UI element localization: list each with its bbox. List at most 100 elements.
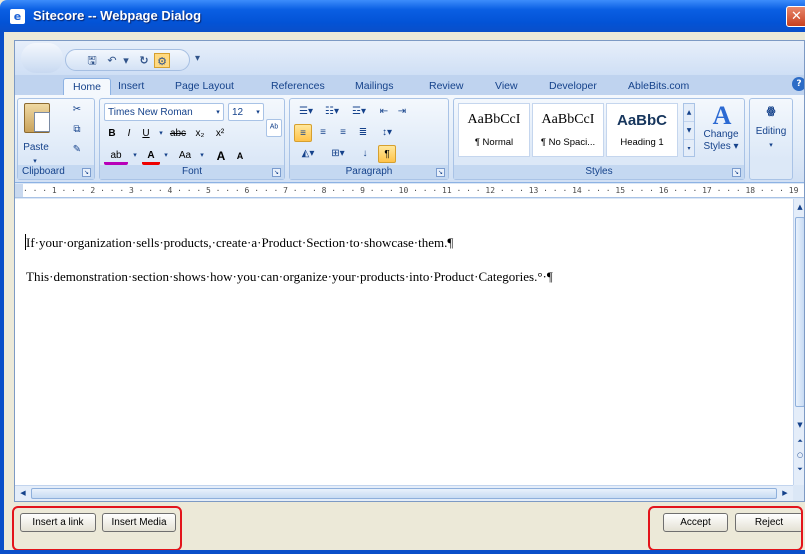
annotation-box-left	[12, 506, 182, 551]
styles-more-icon[interactable]: ▾	[684, 140, 694, 158]
font-color-icon[interactable]: A	[142, 147, 160, 165]
tab-ablebits[interactable]: AbleBits.com	[628, 78, 689, 95]
change-styles-label-1[interactable]: Change	[698, 129, 744, 141]
document-paragraph[interactable]: If·your·organization·sells·products,·cre…	[26, 235, 453, 251]
horizontal-scroll-thumb[interactable]	[31, 488, 777, 499]
cut-icon[interactable]: ✂	[68, 101, 86, 119]
scroll-up-icon[interactable]: ▲	[794, 201, 804, 213]
qat-dropdown-icon[interactable]: ▾	[195, 53, 200, 64]
vertical-scroll-thumb[interactable]	[795, 217, 804, 407]
paste-icon[interactable]	[24, 103, 50, 133]
styles-gallery-scroll[interactable]: ▲ ▼ ▾	[683, 103, 695, 157]
scroll-down-icon[interactable]: ▼	[794, 419, 804, 431]
style-normal-name: ¶ Normal	[474, 137, 514, 148]
grow-font-button[interactable]: A	[212, 147, 230, 165]
binoculars-icon[interactable]: ꙮ	[754, 103, 788, 121]
tab-review[interactable]: Review	[429, 78, 463, 95]
bullets-icon[interactable]: ☰▾	[294, 103, 318, 121]
styles-scroll-up-icon[interactable]: ▲	[684, 104, 694, 122]
qat-button-group: 🖫 ↶ ▾ ↻ ⚙	[65, 49, 190, 71]
borders-icon[interactable]: ⊞▾	[324, 145, 352, 163]
clear-formatting-icon[interactable]: ᴬᵇ	[266, 119, 282, 137]
text-highlight-icon[interactable]: ab	[104, 147, 128, 165]
font-family-select[interactable]: Times New Roman	[104, 103, 224, 121]
document-paragraph[interactable]: This·demonstration·section·shows·how·you…	[26, 269, 553, 285]
horizontal-ruler[interactable]: · · · 1 · · · 2 · · · 3 · · · 4 · · · 5 …	[15, 184, 805, 198]
font-color-dropdown-icon[interactable]: ▾	[161, 147, 171, 165]
previous-page-icon[interactable]: ⏶	[794, 435, 804, 447]
help-icon[interactable]: ?	[792, 77, 804, 91]
italic-button[interactable]: I	[121, 125, 137, 143]
ruler-ticks: · · · 1 · · · 2 · · · 3 · · · 4 · · · 5 …	[23, 186, 805, 195]
tab-view[interactable]: View	[495, 78, 518, 95]
style-no-spacing[interactable]: AaBbCcI ¶ No Spaci...	[532, 103, 604, 157]
copy-icon[interactable]: ⧉	[68, 121, 86, 139]
document-body[interactable]: If·your·organization·sells·products,·cre…	[15, 199, 793, 485]
window-frame-left	[0, 32, 4, 554]
tab-developer[interactable]: Developer	[549, 78, 597, 95]
save-icon[interactable]: 🖫	[84, 53, 100, 68]
highlight-dropdown-icon[interactable]: ▾	[130, 147, 140, 165]
customize-icon[interactable]: ⚙	[154, 53, 170, 68]
undo-dropdown-icon[interactable]: ▾	[118, 53, 134, 68]
font-family-dropdown-icon[interactable]: ▾	[212, 104, 224, 122]
word-editor: 🖫 ↶ ▾ ↻ ⚙ ▾ Home Insert Page Layout Refe…	[14, 40, 805, 502]
office-button[interactable]	[21, 43, 63, 73]
font-launcher-icon[interactable]: ↘	[272, 168, 281, 177]
increase-indent-icon[interactable]: ⇥	[394, 103, 410, 121]
editing-dropdown-icon[interactable]: ▾	[764, 137, 778, 155]
decrease-indent-icon[interactable]: ⇤	[376, 103, 392, 121]
scroll-left-icon[interactable]: ◀	[17, 487, 29, 500]
font-size-dropdown-icon[interactable]: ▾	[252, 104, 264, 122]
scroll-right-icon[interactable]: ▶	[779, 487, 791, 500]
font-group: Times New Roman ▾ 12 ▾ ᴬᵇ B I U ▾ abc x₂…	[99, 98, 285, 180]
line-spacing-icon[interactable]: ↕▾	[376, 124, 398, 142]
paragraph-group-label: Paragraph	[290, 165, 448, 179]
strikethrough-button[interactable]: abc	[167, 125, 189, 143]
styles-launcher-icon[interactable]: ↘	[732, 168, 741, 177]
change-case-button[interactable]: Aa	[174, 147, 196, 165]
vertical-scrollbar[interactable]: ▲ ▼ ⏶ ○ ⏷	[793, 199, 804, 485]
next-page-icon[interactable]: ⏷	[794, 463, 804, 475]
ie-page-icon: e	[10, 9, 25, 24]
tab-home[interactable]: Home	[63, 78, 112, 95]
tab-insert[interactable]: Insert	[118, 78, 144, 95]
align-left-icon[interactable]: ≡	[294, 124, 312, 142]
tab-mailings[interactable]: Mailings	[355, 78, 394, 95]
shrink-font-button[interactable]: A	[231, 147, 249, 165]
underline-button[interactable]: U	[138, 125, 154, 143]
sort-icon[interactable]: ↓	[356, 145, 374, 163]
styles-scroll-down-icon[interactable]: ▼	[684, 122, 694, 140]
clipboard-group: Paste ▾ ✂ ⧉ ✎ Clipboard ↘	[17, 98, 95, 180]
justify-icon[interactable]: ≣	[354, 124, 372, 142]
tab-page-layout[interactable]: Page Layout	[175, 78, 234, 95]
multilevel-list-icon[interactable]: ☲▾	[346, 103, 372, 121]
align-center-icon[interactable]: ≡	[314, 124, 332, 142]
show-formatting-button[interactable]: ¶	[378, 145, 396, 163]
numbering-icon[interactable]: ☷▾	[320, 103, 344, 121]
tab-references[interactable]: References	[271, 78, 325, 95]
styles-group-label: Styles	[454, 165, 744, 179]
format-painter-icon[interactable]: ✎	[68, 141, 86, 159]
style-heading-1[interactable]: AaBbC Heading 1	[606, 103, 678, 157]
close-button[interactable]: ✕	[786, 6, 805, 27]
bold-button[interactable]: B	[104, 125, 120, 143]
paragraph-launcher-icon[interactable]: ↘	[436, 168, 445, 177]
style-normal[interactable]: AaBbCcI ¶ Normal	[458, 103, 530, 157]
clipboard-launcher-icon[interactable]: ↘	[82, 168, 91, 177]
ribbon-tabs: Home Insert Page Layout References Maili…	[15, 75, 804, 95]
horizontal-scrollbar[interactable]: ◀ ▶	[15, 485, 793, 501]
window-title: Sitecore -- Webpage Dialog	[33, 8, 202, 23]
shading-icon[interactable]: ◭▾	[294, 145, 322, 163]
underline-dropdown-icon[interactable]: ▾	[156, 125, 166, 143]
subscript-button[interactable]: x₂	[191, 125, 209, 143]
change-case-dropdown-icon[interactable]: ▾	[197, 147, 207, 165]
redo-icon[interactable]: ↻	[136, 53, 152, 68]
select-browse-object-icon[interactable]: ○	[794, 449, 804, 461]
superscript-button[interactable]: x²	[211, 125, 229, 143]
change-styles-label-2[interactable]: Styles ▾	[698, 141, 744, 153]
tab-selector-icon[interactable]	[15, 184, 23, 197]
change-styles-icon[interactable]: A	[704, 103, 740, 129]
editing-group: ꙮ Editing ▾	[749, 98, 793, 180]
align-right-icon[interactable]: ≡	[334, 124, 352, 142]
